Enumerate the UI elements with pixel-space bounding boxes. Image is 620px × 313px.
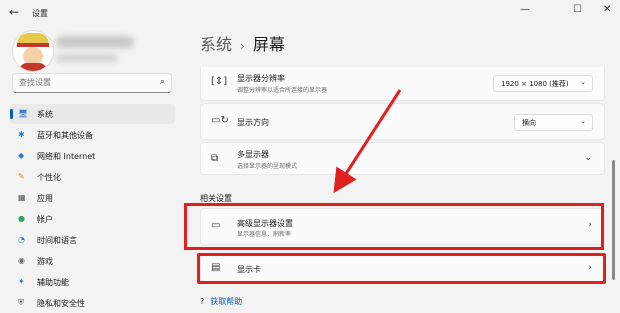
annotation-arrow [333, 89, 402, 194]
